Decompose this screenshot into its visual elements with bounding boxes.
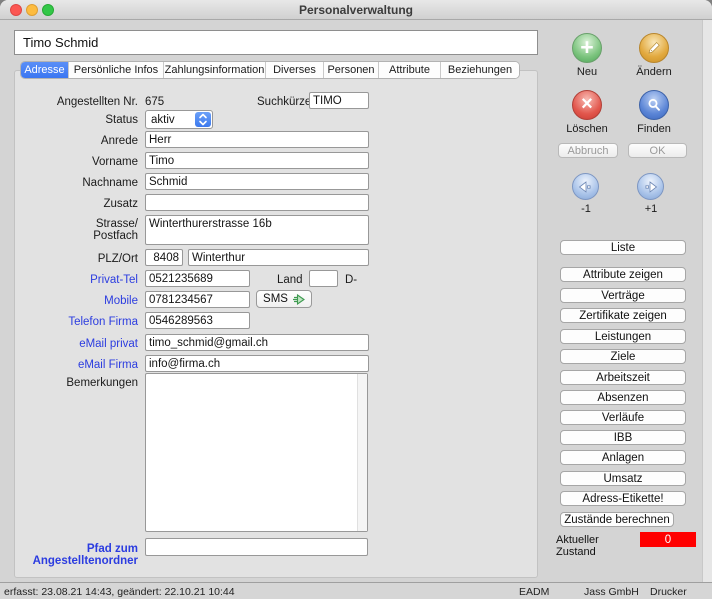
aendern-button[interactable] <box>639 33 669 63</box>
land-prefix-text: D- <box>345 274 357 286</box>
adress-etikette-button[interactable]: Adress-Etikette! <box>560 491 686 506</box>
tab-zahlungsinformation[interactable]: Zahlungsinformation <box>164 62 266 78</box>
strasse-postfach-input[interactable]: Winterthurerstrasse 16b <box>145 215 369 245</box>
ziele-button[interactable]: Ziele <box>560 349 686 364</box>
bemerkungen-label: Bemerkungen <box>20 377 138 389</box>
status-selected-value: aktiv <box>146 114 195 126</box>
statusbar-company: Jass GmbH <box>584 586 639 598</box>
mobile-input[interactable] <box>145 291 250 308</box>
neu-button-label: Neu <box>557 66 617 78</box>
aendern-button-label: Ändern <box>624 66 684 78</box>
telefon-firma-label: Telefon Firma <box>20 316 138 328</box>
app-window: Personalverwaltung Timo Schmid Adresse P… <box>0 0 712 599</box>
right-edge-strip <box>702 20 712 582</box>
loeschen-button-label: Löschen <box>557 123 617 135</box>
strasse-label-line1: Strasse/ <box>20 218 138 230</box>
plus-icon: + <box>580 36 593 59</box>
email-privat-label: eMail privat <box>20 338 138 350</box>
arrow-left-icon <box>578 181 593 193</box>
bemerkungen-scrollbar[interactable] <box>357 374 367 531</box>
email-privat-input[interactable] <box>145 334 369 351</box>
privat-tel-label: Privat-Tel <box>20 274 138 286</box>
tab-diverses[interactable]: Diverses <box>266 62 324 78</box>
ok-button[interactable]: OK <box>628 143 687 158</box>
suchkuerzel-label: Suchkürzel <box>257 96 314 108</box>
zustaende-berechnen-button[interactable]: Zustände berechnen <box>560 512 674 527</box>
verlaeufe-button[interactable]: Verläufe <box>560 410 686 425</box>
sms-button[interactable]: SMS <box>256 290 312 308</box>
umsatz-button[interactable]: Umsatz <box>560 471 686 486</box>
pfad-input[interactable] <box>145 538 368 556</box>
magnifier-icon <box>646 97 662 113</box>
next-record-button[interactable] <box>637 173 664 200</box>
zusatz-input[interactable] <box>145 194 369 211</box>
pencil-icon <box>646 40 662 56</box>
prev-record-label: -1 <box>556 203 616 215</box>
employee-name-text: Timo Schmid <box>23 35 98 50</box>
finden-button[interactable] <box>639 90 669 120</box>
leistungen-button[interactable]: Leistungen <box>560 329 686 344</box>
tab-bar: Adresse Persönliche Infos Zahlungsinform… <box>20 61 520 79</box>
tab-persoenliche-infos[interactable]: Persönliche Infos <box>69 62 164 78</box>
anlagen-button[interactable]: Anlagen <box>560 450 686 465</box>
angestellten-nr-value: 675 <box>145 96 164 108</box>
liste-button[interactable]: Liste <box>560 240 686 255</box>
finden-button-label: Finden <box>624 123 684 135</box>
window-title: Personalverwaltung <box>0 3 712 17</box>
email-firma-input[interactable] <box>145 355 369 372</box>
tab-personen[interactable]: Personen <box>324 62 379 78</box>
statusbar-eadm: EADM <box>519 586 549 598</box>
loeschen-button[interactable]: × <box>572 90 602 120</box>
land-input[interactable] <box>309 270 338 287</box>
tab-adresse[interactable]: Adresse <box>21 62 69 78</box>
tab-beziehungen[interactable]: Beziehungen <box>441 62 519 78</box>
titlebar: Personalverwaltung <box>0 0 712 20</box>
nachname-input[interactable] <box>145 173 369 190</box>
anrede-label: Anrede <box>20 135 138 147</box>
anrede-input[interactable] <box>145 131 369 148</box>
neu-button[interactable]: + <box>572 33 602 63</box>
plz-ort-label: PLZ/Ort <box>20 253 138 265</box>
angestellten-nr-label: Angestellten Nr. <box>20 96 138 108</box>
zusatz-label: Zusatz <box>20 198 138 210</box>
ort-input[interactable] <box>188 249 369 266</box>
nachname-label: Nachname <box>20 177 138 189</box>
pfad-label: Pfad zum Angestelltenordner <box>10 543 138 567</box>
tab-attribute[interactable]: Attribute <box>379 62 441 78</box>
statusbar: erfasst: 23.08.21 14:43, geändert: 22.10… <box>0 582 712 599</box>
aktueller-zustand-label: Aktueller Zustand <box>556 534 636 558</box>
attribute-zeigen-button[interactable]: Attribute zeigen <box>560 267 686 282</box>
mobile-label: Mobile <box>20 295 138 307</box>
aktueller-zustand-value: 0 <box>640 532 696 547</box>
send-arrow-icon <box>292 294 305 305</box>
chevron-up-down-icon <box>195 112 211 127</box>
vertraege-button[interactable]: Verträge <box>560 288 686 303</box>
land-label: Land <box>277 274 303 286</box>
arbeitszeit-button[interactable]: Arbeitszeit <box>560 370 686 385</box>
bemerkungen-textarea[interactable] <box>145 373 368 532</box>
next-record-label: +1 <box>621 203 681 215</box>
email-firma-label: eMail Firma <box>20 359 138 371</box>
employee-name-field[interactable]: Timo Schmid <box>14 30 538 55</box>
record-timestamps-text: erfasst: 23.08.21 14:43, geändert: 22.10… <box>4 586 235 598</box>
status-dropdown[interactable]: aktiv <box>145 110 213 129</box>
telefon-firma-input[interactable] <box>145 312 250 329</box>
vorname-label: Vorname <box>20 156 138 168</box>
plz-input[interactable] <box>145 249 183 266</box>
abbruch-button[interactable]: Abbruch <box>558 143 618 158</box>
sms-button-label: SMS <box>263 293 288 305</box>
prev-record-button[interactable] <box>572 173 599 200</box>
suchkuerzel-input[interactable] <box>309 92 369 109</box>
statusbar-drucker[interactable]: Drucker <box>650 586 687 598</box>
strasse-label-line2: Postfach <box>20 230 138 242</box>
status-label: Status <box>20 114 138 126</box>
x-icon: × <box>581 94 593 114</box>
vorname-input[interactable] <box>145 152 369 169</box>
ibb-button[interactable]: IBB <box>560 430 686 445</box>
arrow-right-icon <box>643 181 658 193</box>
absenzen-button[interactable]: Absenzen <box>560 390 686 405</box>
privat-tel-input[interactable] <box>145 270 250 287</box>
zertifikate-zeigen-button[interactable]: Zertifikate zeigen <box>560 308 686 323</box>
